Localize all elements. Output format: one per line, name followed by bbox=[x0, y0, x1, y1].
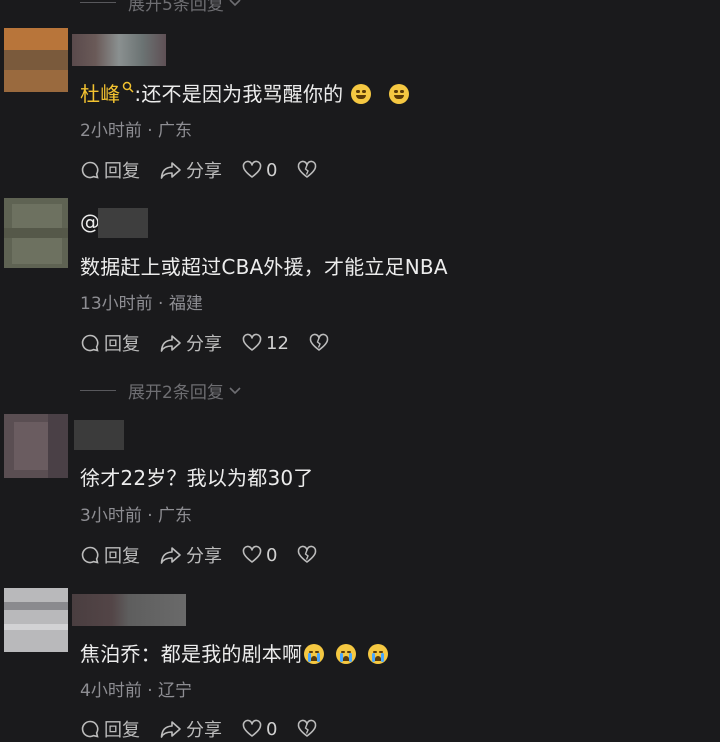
separator-dot: · bbox=[147, 121, 153, 141]
speech-bubble-icon bbox=[81, 720, 99, 738]
comment-actions: 回复 分享 0 bbox=[80, 158, 341, 182]
comment-actions: 回复 分享 12 bbox=[80, 331, 353, 355]
broken-heart-icon bbox=[309, 333, 329, 351]
username-blurred bbox=[72, 594, 186, 626]
crying-emoji-icon bbox=[368, 644, 389, 664]
timestamp: 3小时前 bbox=[80, 506, 142, 526]
comment-actions: 回复 分享 0 bbox=[80, 717, 341, 741]
reply-button[interactable]: 回复 bbox=[80, 330, 140, 356]
heart-icon bbox=[242, 719, 262, 737]
share-button[interactable]: 分享 bbox=[160, 716, 222, 742]
avatar[interactable] bbox=[4, 198, 68, 268]
share-arrow-icon bbox=[160, 547, 181, 564]
location: 福建 bbox=[168, 294, 203, 314]
like-button[interactable]: 12 bbox=[242, 333, 289, 354]
share-button[interactable]: 分享 bbox=[160, 542, 222, 568]
comment-meta: 3小时前 · 广东 bbox=[80, 501, 192, 526]
heart-icon bbox=[242, 545, 262, 563]
location: 广东 bbox=[158, 121, 193, 141]
avatar[interactable] bbox=[4, 414, 68, 478]
separator-dot: · bbox=[147, 506, 153, 526]
grin-emoji-icon bbox=[351, 84, 372, 104]
dislike-button[interactable] bbox=[297, 545, 321, 565]
separator-dot: · bbox=[147, 681, 153, 701]
chevron-down-icon bbox=[229, 0, 241, 6]
reply-button[interactable]: 回复 bbox=[80, 716, 140, 742]
divider-line bbox=[80, 390, 116, 391]
reply-label: 回复 bbox=[104, 720, 140, 741]
comment-body: 徐才22岁？我以为都30了 bbox=[80, 466, 314, 490]
comment-meta: 13小时前 · 福建 bbox=[80, 289, 203, 314]
like-count: 0 bbox=[266, 159, 278, 181]
expand-replies-label: 展开5条回复 bbox=[128, 0, 224, 15]
dislike-button[interactable] bbox=[297, 160, 321, 180]
comment-text: 焦泊乔：都是我的剧本啊 bbox=[80, 638, 389, 667]
grin-emoji-icon bbox=[389, 84, 410, 104]
crying-emoji-icon bbox=[336, 644, 357, 664]
like-button[interactable]: 0 bbox=[242, 719, 277, 740]
like-button[interactable]: 0 bbox=[242, 545, 277, 566]
location: 广东 bbox=[158, 506, 193, 526]
crying-emoji-icon bbox=[304, 644, 325, 664]
expand-replies-label: 展开2条回复 bbox=[128, 383, 224, 403]
comment-body: 焦泊乔：都是我的剧本啊 bbox=[80, 642, 303, 666]
divider-line bbox=[80, 2, 116, 3]
comment-body: :还不是因为我骂醒你的 bbox=[134, 82, 344, 106]
expand-replies-button[interactable]: 展开2条回复 bbox=[80, 378, 242, 403]
like-count: 0 bbox=[266, 544, 278, 566]
separator-dot: · bbox=[158, 294, 164, 314]
like-button[interactable]: 0 bbox=[242, 160, 277, 181]
share-arrow-icon bbox=[160, 335, 181, 352]
speech-bubble-icon bbox=[81, 161, 99, 179]
share-label: 分享 bbox=[186, 546, 222, 567]
search-icon[interactable] bbox=[122, 81, 134, 93]
share-arrow-icon bbox=[160, 721, 181, 738]
share-label: 分享 bbox=[186, 161, 222, 182]
avatar[interactable] bbox=[4, 28, 68, 92]
share-label: 分享 bbox=[186, 720, 222, 741]
mention-username-blurred[interactable] bbox=[98, 208, 148, 238]
like-count: 0 bbox=[266, 718, 278, 740]
comment-text: 杜峰 :还不是因为我骂醒你的 bbox=[80, 78, 410, 107]
comment-body: 数据赶上或超过CBA外援，才能立足NBA bbox=[80, 255, 448, 279]
timestamp: 4小时前 bbox=[80, 681, 142, 701]
dislike-button[interactable] bbox=[309, 333, 333, 353]
comment-meta: 4小时前 · 辽宁 bbox=[80, 676, 192, 701]
broken-heart-icon bbox=[298, 719, 317, 737]
avatar[interactable] bbox=[4, 588, 68, 652]
like-count: 12 bbox=[266, 332, 289, 354]
comment-meta: 2小时前 · 广东 bbox=[80, 116, 192, 141]
broken-heart-icon bbox=[298, 160, 317, 178]
reply-label: 回复 bbox=[104, 334, 140, 355]
expand-replies-button[interactable]: 展开5条回复 bbox=[80, 0, 242, 15]
speech-bubble-icon bbox=[81, 546, 99, 564]
username-blurred bbox=[74, 420, 124, 450]
reply-label: 回复 bbox=[104, 546, 140, 567]
reply-button[interactable]: 回复 bbox=[80, 157, 140, 183]
speech-bubble-icon bbox=[81, 334, 99, 352]
username[interactable]: 杜峰 bbox=[80, 82, 120, 106]
heart-icon bbox=[242, 160, 262, 178]
share-arrow-icon bbox=[160, 162, 181, 179]
username-blurred bbox=[72, 34, 166, 66]
location: 辽宁 bbox=[158, 681, 193, 701]
share-button[interactable]: 分享 bbox=[160, 157, 222, 183]
heart-icon bbox=[242, 333, 262, 351]
reply-label: 回复 bbox=[104, 161, 140, 182]
comment-actions: 回复 分享 0 bbox=[80, 543, 341, 567]
broken-heart-icon bbox=[298, 545, 317, 563]
timestamp: 2小时前 bbox=[80, 121, 142, 141]
dislike-button[interactable] bbox=[297, 719, 321, 739]
share-button[interactable]: 分享 bbox=[160, 330, 222, 356]
timestamp: 13小时前 bbox=[80, 294, 153, 314]
reply-button[interactable]: 回复 bbox=[80, 542, 140, 568]
chevron-down-icon bbox=[229, 386, 241, 394]
share-label: 分享 bbox=[186, 334, 222, 355]
